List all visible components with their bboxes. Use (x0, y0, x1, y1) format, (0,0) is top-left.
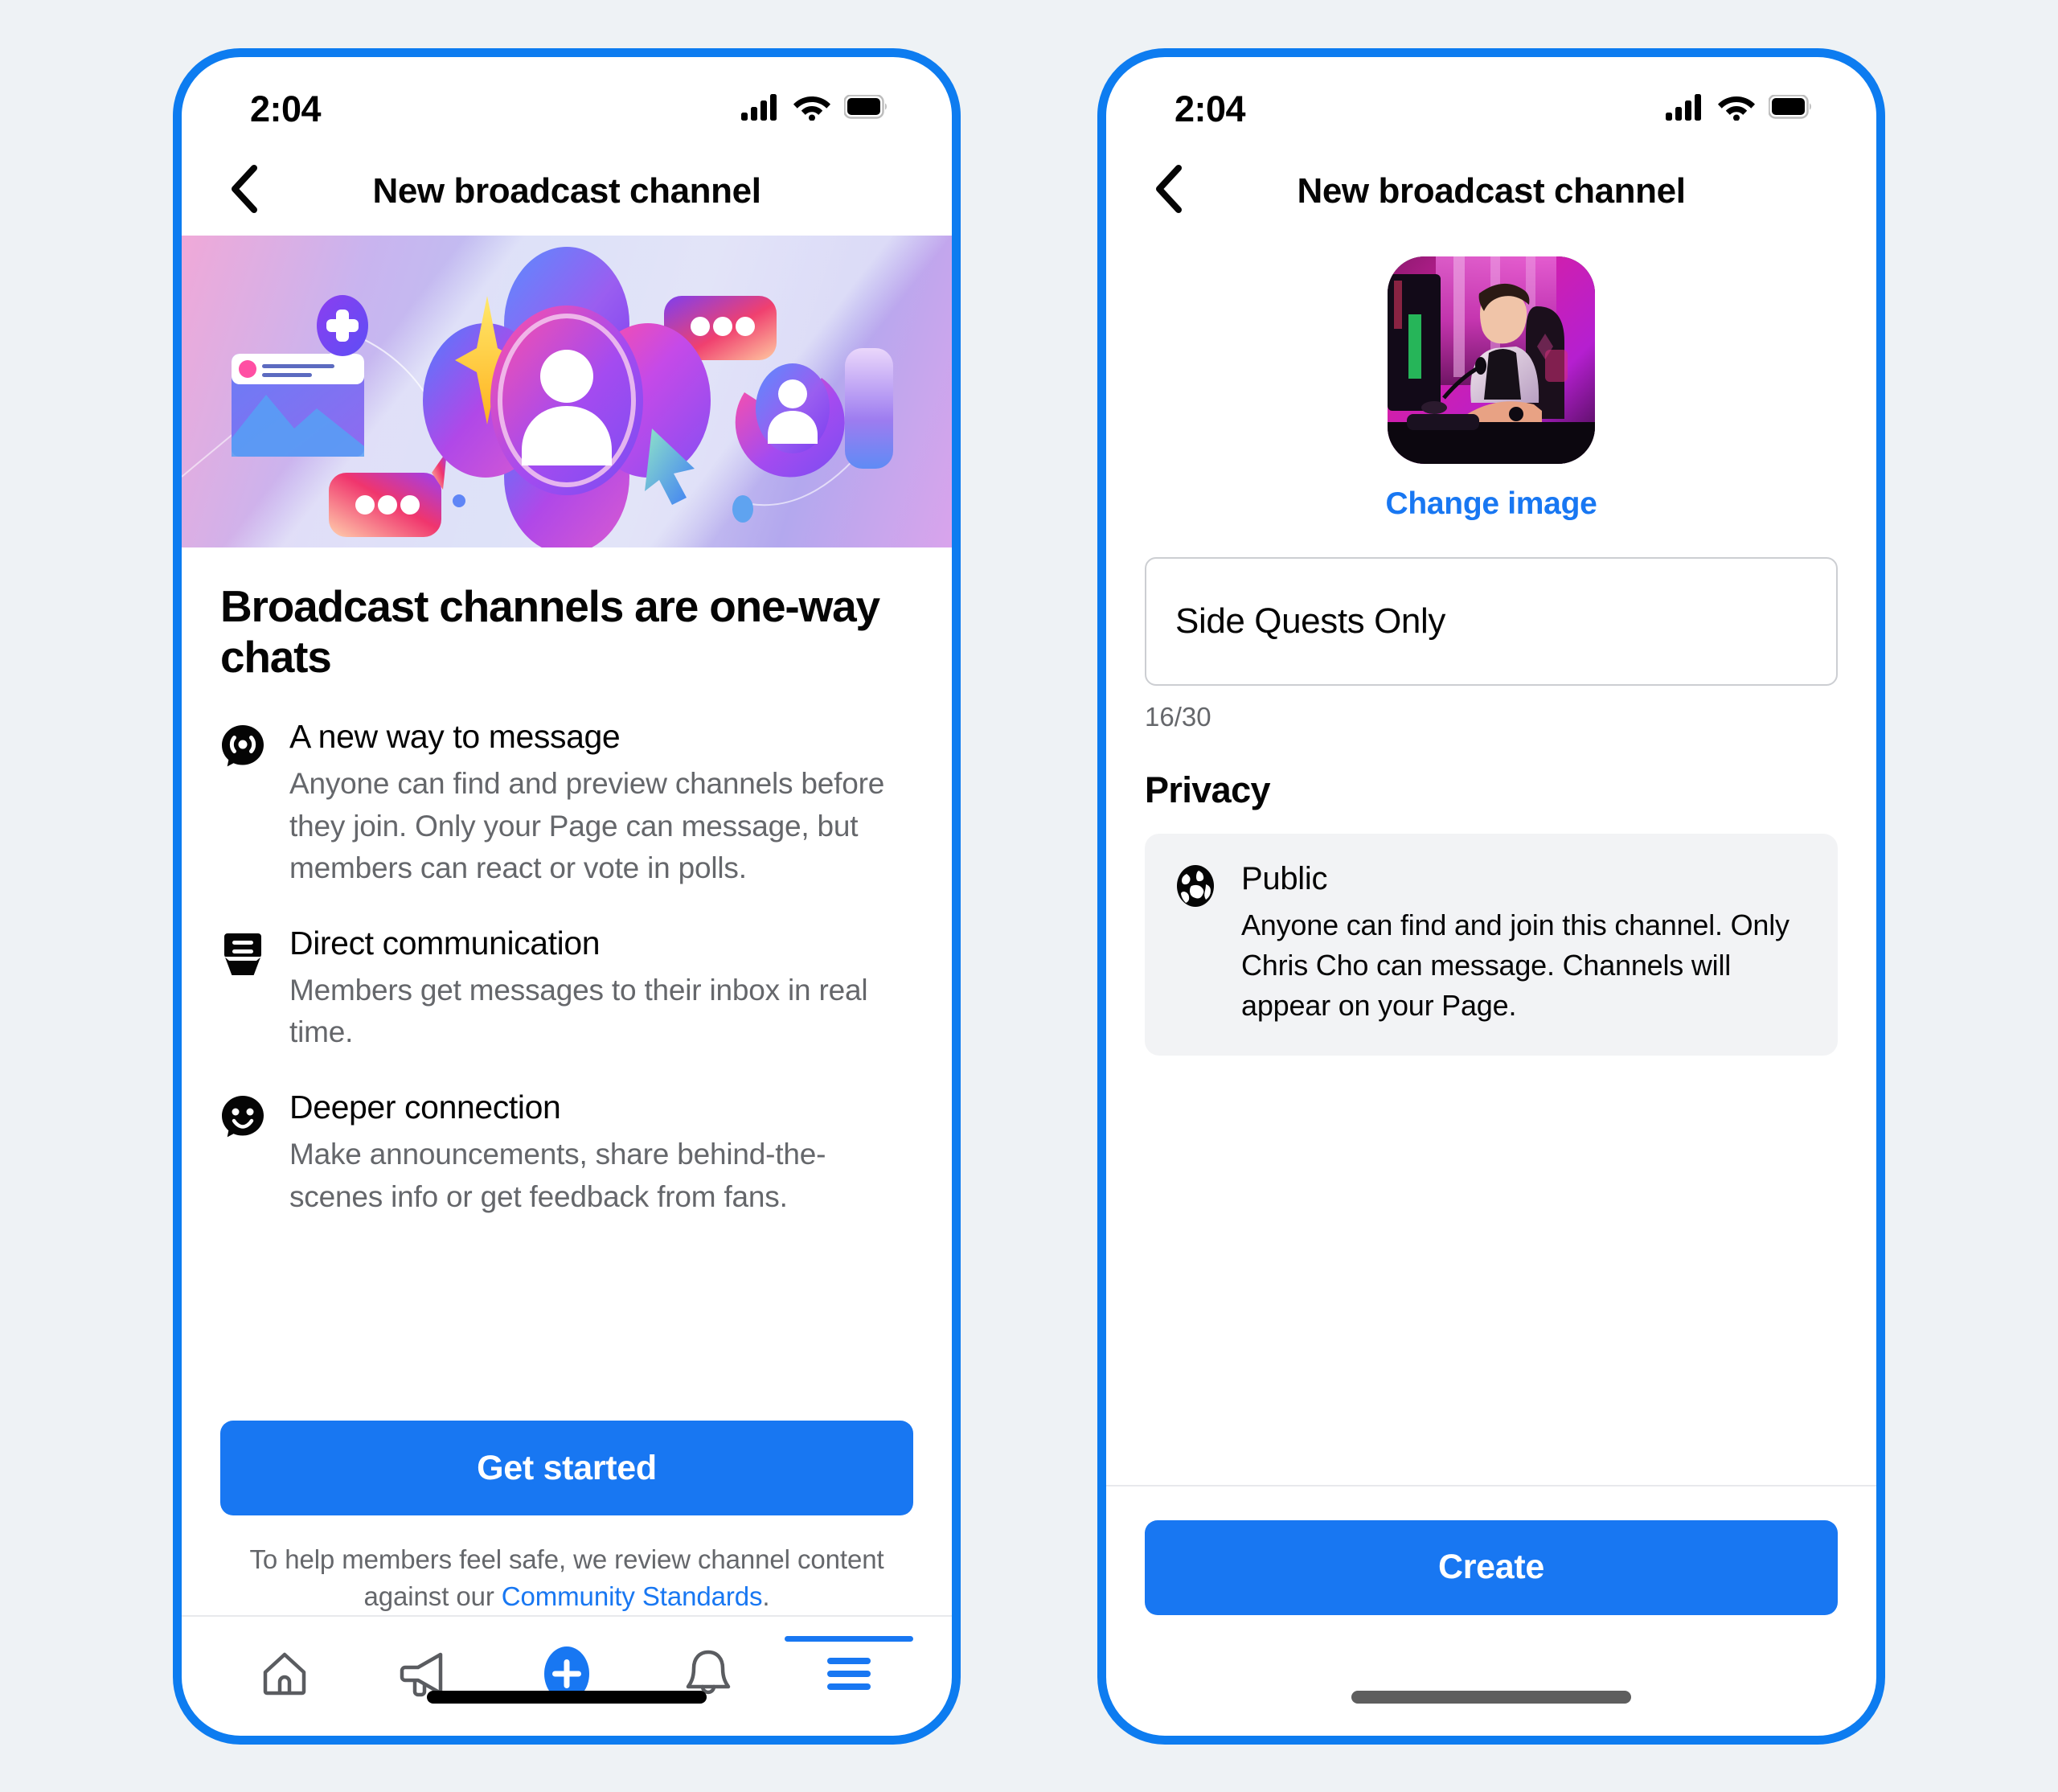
feature-description: Make announcements, share behind-the-sce… (289, 1138, 826, 1213)
inbox-tray-icon (220, 930, 265, 975)
channel-avatar-photo[interactable] (1388, 256, 1595, 464)
cellular-signal-icon (741, 93, 780, 125)
create-button[interactable]: Create (1145, 1519, 1838, 1615)
intro-content: Broadcast channels are one-way chats A n… (182, 547, 952, 1421)
chevron-left-icon (228, 165, 259, 217)
status-bar: 2:04 (182, 57, 952, 147)
privacy-section-title: Privacy (1145, 769, 1271, 810)
feature-item: A new way to message Anyone can find and… (220, 718, 913, 890)
status-time: 2:04 (250, 88, 322, 129)
chevron-left-icon (1153, 165, 1183, 217)
hero-graphic (182, 246, 893, 547)
feature-title: Deeper connection (289, 1088, 561, 1126)
feature-item: Deeper connection Make announcements, sh… (220, 1089, 913, 1218)
tab-home[interactable] (240, 1638, 329, 1715)
phone-mockup-right: 2:04 New broadcast channel Change image … (1097, 47, 1885, 1745)
feature-description: Members get messages to their inbox in r… (289, 973, 868, 1049)
feature-item: Direct communication Members get message… (220, 925, 913, 1054)
character-counter: 16/30 (1145, 701, 1211, 732)
page-title: New broadcast channel (372, 170, 761, 211)
home-icon (259, 1648, 310, 1704)
globe-icon (1174, 864, 1217, 908)
cellular-signal-icon (1666, 93, 1704, 125)
legal-disclaimer: To help members feel safe, we review cha… (220, 1541, 913, 1614)
home-indicator (1351, 1690, 1631, 1704)
screenshot-stage: 2:04 New broadcast channel Broadcast cha… (0, 0, 2058, 1792)
page-title: New broadcast channel (1297, 170, 1686, 211)
privacy-option-label: Public (1241, 860, 1328, 896)
channel-name-input[interactable] (1174, 600, 1809, 642)
hamburger-menu-icon (823, 1654, 875, 1698)
smiley-bubble-icon (220, 1094, 265, 1139)
avatar-photo-graphic (1388, 256, 1595, 464)
legal-text-after: . (762, 1581, 770, 1611)
wifi-icon (793, 93, 830, 125)
nav-header: New broadcast channel (1106, 147, 1876, 236)
nav-header: New broadcast channel (182, 147, 952, 236)
status-icons (1666, 93, 1814, 125)
broadcast-bubble-icon (220, 724, 265, 769)
battery-full-icon (1768, 94, 1814, 123)
privacy-option-description: Anyone can find and join this channel. O… (1241, 908, 1789, 1023)
status-time: 2:04 (1175, 88, 1246, 129)
wifi-icon (1718, 93, 1755, 125)
feature-title: A new way to message (289, 718, 621, 756)
back-button[interactable] (217, 165, 270, 218)
active-tab-indicator (785, 1635, 914, 1642)
get-started-button[interactable]: Get started (220, 1421, 913, 1516)
avatar-section: Change image (1106, 236, 1876, 522)
bottom-tab-bar (182, 1614, 952, 1736)
privacy-option-public[interactable]: Public Anyone can find and join this cha… (1145, 833, 1838, 1056)
status-bar: 2:04 (1106, 57, 1876, 147)
status-icons (741, 93, 889, 125)
phone-mockup-left: 2:04 New broadcast channel Broadcast cha… (173, 47, 961, 1745)
channel-name-field[interactable] (1145, 556, 1838, 686)
cta-section: Get started To help members feel safe, w… (182, 1421, 952, 1614)
home-indicator (427, 1690, 707, 1704)
headline: Broadcast channels are one-way chats (220, 580, 880, 683)
back-button[interactable] (1142, 165, 1195, 218)
tab-menu[interactable] (785, 1635, 914, 1715)
battery-full-icon (843, 94, 889, 123)
community-standards-link[interactable]: Community Standards (502, 1581, 763, 1611)
create-footer: Create (1106, 1484, 1876, 1736)
feature-description: Anyone can find and preview channels bef… (289, 767, 885, 885)
hero-illustration (182, 235, 952, 547)
feature-title: Direct communication (289, 924, 601, 962)
change-image-button[interactable]: Change image (1386, 486, 1597, 522)
